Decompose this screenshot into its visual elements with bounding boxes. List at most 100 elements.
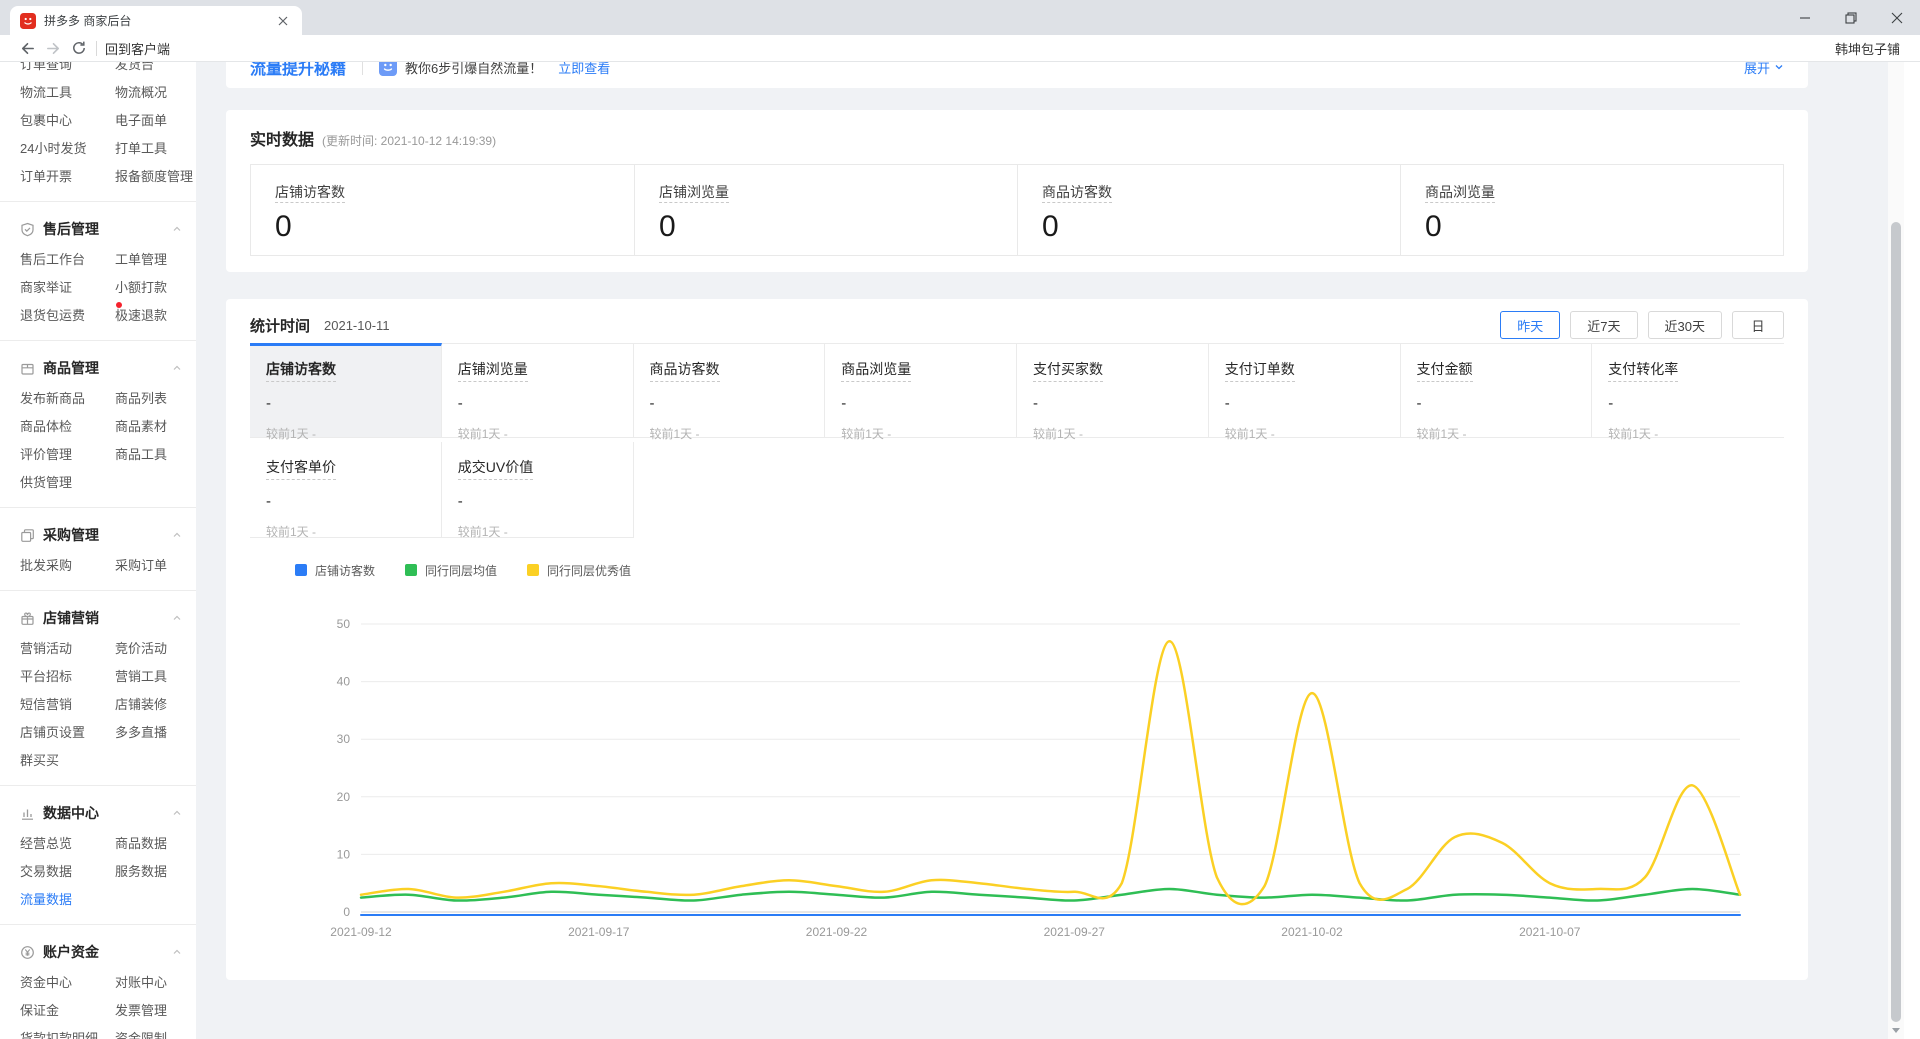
sidebar-item-营销活动[interactable]: 营销活动 bbox=[20, 638, 115, 657]
metric-card-支付买家数[interactable]: 支付买家数-较前1天 - bbox=[1017, 343, 1209, 438]
metric-card-成交UV价值[interactable]: 成交UV价值-较前1天 - bbox=[442, 442, 634, 538]
sidebar-item-商品体检[interactable]: 商品体检 bbox=[20, 416, 115, 435]
scrollbar-thumb[interactable] bbox=[1891, 222, 1901, 1022]
sidebar-item-商品数据[interactable]: 商品数据 bbox=[115, 833, 167, 852]
sidebar-item-货款扣款明细[interactable]: 货款扣款明细 bbox=[20, 1028, 115, 1039]
sidebar-item-流量数据[interactable]: 流量数据 bbox=[20, 889, 115, 908]
chevron-up-icon[interactable] bbox=[172, 530, 182, 540]
sidebar-section-售后管理[interactable]: 售后管理 bbox=[0, 214, 196, 244]
sidebar-item-群买买[interactable]: 群买买 bbox=[20, 750, 115, 769]
metric-card-店铺浏览量[interactable]: 店铺浏览量-较前1天 - bbox=[442, 343, 634, 438]
tab-close-icon[interactable] bbox=[274, 12, 292, 30]
metric-card-支付客单价[interactable]: 支付客单价-较前1天 - bbox=[250, 442, 442, 538]
sidebar-item-极速退款[interactable]: 极速退款 bbox=[115, 305, 167, 324]
sidebar-item-工单管理[interactable]: 工单管理 bbox=[115, 249, 167, 268]
back-icon[interactable] bbox=[14, 37, 40, 59]
metric-card-店铺访客数[interactable]: 店铺访客数-较前1天 - bbox=[250, 343, 442, 438]
metric-card-empty bbox=[634, 442, 826, 538]
sidebar-item-评价管理[interactable]: 评价管理 bbox=[20, 444, 115, 463]
sidebar-section-账户资金[interactable]: 账户资金 bbox=[0, 937, 196, 967]
metric-card-支付金额[interactable]: 支付金额-较前1天 - bbox=[1401, 343, 1593, 438]
legend-item-同行同层优秀值[interactable]: 同行同层优秀值 bbox=[527, 562, 631, 579]
realtime-metric-label[interactable]: 商品访客数 bbox=[1042, 182, 1400, 202]
sidebar-item-商品工具[interactable]: 商品工具 bbox=[115, 444, 167, 463]
sidebar-item-采购订单[interactable]: 采购订单 bbox=[115, 555, 167, 574]
sidebar-item-商家举证[interactable]: 商家举证 bbox=[20, 277, 115, 296]
forward-icon[interactable] bbox=[40, 37, 66, 59]
range-button-近7天[interactable]: 近7天 bbox=[1570, 311, 1637, 339]
chevron-up-icon[interactable] bbox=[172, 613, 182, 623]
sidebar-section-数据中心[interactable]: 数据中心 bbox=[0, 798, 196, 828]
sidebar-item-商品列表[interactable]: 商品列表 bbox=[115, 388, 167, 407]
sidebar-item-发票管理[interactable]: 发票管理 bbox=[115, 1000, 167, 1019]
window-restore-button[interactable] bbox=[1828, 0, 1874, 35]
scrollbar-down-arrow-icon[interactable] bbox=[1892, 1028, 1900, 1033]
sidebar-item-资金中心[interactable]: 资金中心 bbox=[20, 972, 115, 991]
svg-text:30: 30 bbox=[337, 732, 351, 746]
window-close-button[interactable] bbox=[1874, 0, 1920, 35]
back-to-client-button[interactable]: 回到客户端 bbox=[105, 39, 170, 58]
sidebar-item-包裹中心[interactable]: 包裹中心 bbox=[20, 110, 115, 129]
sidebar-item-营销工具[interactable]: 营销工具 bbox=[115, 666, 167, 685]
sidebar-item-店铺页设置[interactable]: 店铺页设置 bbox=[20, 722, 115, 741]
sidebar-item-物流概况[interactable]: 物流概况 bbox=[115, 82, 167, 101]
banner-expand-button[interactable]: 展开 bbox=[1744, 62, 1784, 77]
shop-name[interactable]: 韩坤包子铺 bbox=[1835, 39, 1906, 58]
sidebar-section-店铺营销[interactable]: 店铺营销 bbox=[0, 603, 196, 633]
sidebar-item-发货台[interactable]: 发货台 bbox=[115, 62, 154, 73]
sidebar-item-供货管理[interactable]: 供货管理 bbox=[20, 472, 115, 491]
metric-card-label: 支付金额 bbox=[1417, 359, 1473, 382]
browser-tab[interactable]: 拼多多 商家后台 bbox=[10, 6, 302, 35]
range-button-近30天[interactable]: 近30天 bbox=[1648, 311, 1722, 339]
chevron-up-icon[interactable] bbox=[172, 808, 182, 818]
sidebar-item-交易数据[interactable]: 交易数据 bbox=[20, 861, 115, 880]
legend-item-同行同层均值[interactable]: 同行同层均值 bbox=[405, 562, 497, 579]
range-button-日[interactable]: 日 bbox=[1732, 311, 1784, 339]
chevron-up-icon[interactable] bbox=[172, 224, 182, 234]
sidebar-row: 发布新商品商品列表 bbox=[0, 383, 196, 411]
sidebar-item-退货包运费[interactable]: 退货包运费 bbox=[20, 305, 115, 324]
sidebar-item-短信营销[interactable]: 短信营销 bbox=[20, 694, 115, 713]
sidebar-item-平台招标[interactable]: 平台招标 bbox=[20, 666, 115, 685]
metric-card-compare: 较前1天 - bbox=[266, 425, 425, 442]
sidebar-item-订单开票[interactable]: 订单开票 bbox=[20, 166, 115, 185]
realtime-metric-label[interactable]: 店铺浏览量 bbox=[659, 182, 1017, 202]
sidebar-section-采购管理[interactable]: 采购管理 bbox=[0, 520, 196, 550]
sidebar-item-店铺装修[interactable]: 店铺装修 bbox=[115, 694, 167, 713]
reload-icon[interactable] bbox=[66, 37, 92, 59]
sidebar-item-经营总览[interactable]: 经营总览 bbox=[20, 833, 115, 852]
range-button-昨天[interactable]: 昨天 bbox=[1500, 311, 1560, 339]
metric-card-compare: 较前1天 - bbox=[266, 523, 425, 540]
sidebar-section-商品管理[interactable]: 商品管理 bbox=[0, 353, 196, 383]
sidebar-item-资金限制[interactable]: 资金限制 bbox=[115, 1028, 167, 1039]
sidebar-item-服务数据[interactable]: 服务数据 bbox=[115, 861, 167, 880]
chevron-up-icon[interactable] bbox=[172, 947, 182, 957]
sidebar-item-对账中心[interactable]: 对账中心 bbox=[115, 972, 167, 991]
sidebar-item-小额打款[interactable]: 小额打款 bbox=[115, 277, 167, 296]
metric-card-label: 支付客单价 bbox=[266, 457, 336, 480]
sidebar-item-竞价活动[interactable]: 竞价活动 bbox=[115, 638, 167, 657]
sidebar-item-售后工作台[interactable]: 售后工作台 bbox=[20, 249, 115, 268]
sidebar-item-商品素材[interactable]: 商品素材 bbox=[115, 416, 167, 435]
sidebar-item-报备额度管理[interactable]: 报备额度管理 bbox=[115, 166, 193, 185]
metric-card-支付订单数[interactable]: 支付订单数-较前1天 - bbox=[1209, 343, 1401, 438]
sidebar-item-批发采购[interactable]: 批发采购 bbox=[20, 555, 115, 574]
sidebar-item-物流工具[interactable]: 物流工具 bbox=[20, 82, 115, 101]
banner-view-now-link[interactable]: 立即查看 bbox=[558, 62, 610, 77]
sidebar-item-订单查询[interactable]: 订单查询 bbox=[20, 62, 115, 73]
legend-item-店铺访客数[interactable]: 店铺访客数 bbox=[295, 562, 375, 579]
sidebar-item-多多直播[interactable]: 多多直播 bbox=[115, 722, 167, 741]
metric-card-商品浏览量[interactable]: 商品浏览量-较前1天 - bbox=[825, 343, 1017, 438]
realtime-metric-label[interactable]: 店铺访客数 bbox=[275, 182, 634, 202]
window-minimize-button[interactable] bbox=[1782, 0, 1828, 35]
metric-card-商品访客数[interactable]: 商品访客数-较前1天 - bbox=[634, 343, 826, 438]
sidebar-item-电子面单[interactable]: 电子面单 bbox=[115, 110, 167, 129]
metric-card-支付转化率[interactable]: 支付转化率-较前1天 - bbox=[1592, 343, 1784, 438]
sidebar-item-保证金[interactable]: 保证金 bbox=[20, 1000, 115, 1019]
realtime-metric-label[interactable]: 商品浏览量 bbox=[1425, 182, 1783, 202]
sidebar-item-24小时发货[interactable]: 24小时发货 bbox=[20, 138, 115, 157]
sidebar-item-发布新商品[interactable]: 发布新商品 bbox=[20, 388, 115, 407]
sidebar-item-打单工具[interactable]: 打单工具 bbox=[115, 138, 167, 157]
chevron-up-icon[interactable] bbox=[172, 363, 182, 373]
app-frame: 订单查询发货台物流工具物流概况包裹中心电子面单24小时发货打单工具订单开票报备额… bbox=[0, 62, 1920, 1039]
